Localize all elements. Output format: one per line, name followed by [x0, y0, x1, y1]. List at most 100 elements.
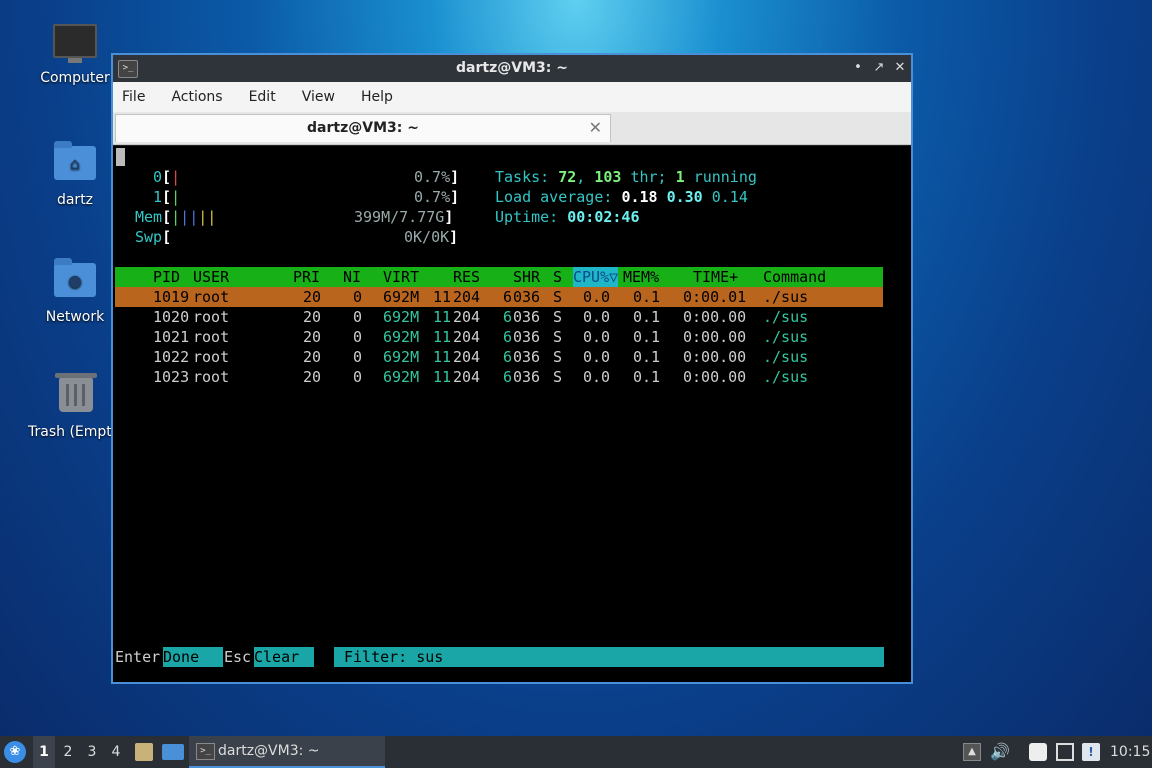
cell-mem: 0.1 [633, 328, 661, 346]
tray-arrow-icon[interactable]: ▲ [963, 743, 981, 761]
cell-shr_a: 6 [503, 288, 513, 306]
workspace-1[interactable]: 1 [33, 736, 55, 768]
cell-pid: 1022 [153, 348, 190, 366]
cell-res_b: 204 [453, 328, 481, 346]
col-state[interactable]: S [553, 267, 562, 287]
footer-esc-key: Esc [224, 648, 252, 666]
col-mem[interactable]: MEM% [623, 267, 659, 287]
col-cpu-sorted[interactable]: CPU%▽ [573, 267, 619, 287]
maximize-button[interactable]: ↗ [870, 59, 888, 77]
menubar: File Actions Edit View Help [113, 82, 911, 112]
cell-time: 0:00.00 [683, 348, 747, 366]
col-user[interactable]: USER [193, 267, 229, 287]
uptime: Uptime: 00:02:46 [495, 208, 640, 226]
cell-shr_b: 036 [513, 368, 541, 386]
cell-pri: 20 [303, 288, 322, 306]
close-button[interactable]: ✕ [891, 59, 909, 77]
col-ni[interactable]: NI [343, 267, 361, 287]
show-desktop-icon[interactable] [162, 744, 184, 760]
cell-cpu: 0.0 [583, 348, 611, 366]
cell-s: S [553, 348, 563, 366]
desktop-icon-home[interactable]: ⌂ dartz [30, 141, 120, 208]
col-command[interactable]: Command [763, 267, 826, 287]
taskbar-task-terminal[interactable]: >_ dartz@VM3: ~ [189, 736, 385, 768]
workspace-2[interactable]: 2 [57, 736, 79, 768]
menu-actions[interactable]: Actions [171, 89, 222, 105]
cell-pid: 1021 [153, 328, 190, 346]
cell-time: 0:00.00 [683, 308, 747, 326]
cell-cpu: 0.0 [583, 308, 611, 326]
cell-shr_a: 6 [503, 348, 513, 366]
col-shr[interactable]: SHR [513, 267, 540, 287]
terminal-cursor [116, 148, 125, 166]
desktop-icon-label: Network [45, 309, 105, 325]
trash-icon [54, 373, 98, 418]
cell-res_a: 11 [433, 328, 452, 346]
desktop-icon-trash[interactable]: Trash (Empt [24, 373, 124, 440]
cell-s: S [553, 368, 563, 386]
cell-pri: 20 [303, 328, 322, 346]
cell-pid: 1019 [153, 288, 190, 306]
cell-res_b: 204 [453, 368, 481, 386]
col-res[interactable]: RES [453, 267, 480, 287]
workspace-3[interactable]: 3 [81, 736, 103, 768]
tab-terminal[interactable]: dartz@VM3: ~ ✕ [115, 114, 611, 142]
network-folder-icon: ● [53, 258, 97, 303]
terminal-window: >_ dartz@VM3: ~ • ↗ ✕ File Actions Edit … [111, 53, 913, 684]
cell-command: ./sus [763, 308, 809, 326]
cell-shr_a: 6 [503, 328, 513, 346]
menu-view[interactable]: View [302, 89, 335, 105]
col-pid[interactable]: PID [153, 267, 180, 287]
cell-user: root [193, 308, 230, 326]
cell-time: 0:00.01 [683, 288, 747, 306]
window-titlebar[interactable]: >_ dartz@VM3: ~ • ↗ ✕ [113, 55, 911, 82]
footer-done-button[interactable]: Done [163, 647, 223, 667]
cpu1-meter: 1[| [153, 188, 181, 206]
network-tray-icon[interactable] [1056, 743, 1074, 761]
taskbar-task-label: dartz@VM3: ~ [218, 743, 320, 759]
desktop-icon-label: Computer [40, 70, 110, 86]
cell-s: S [553, 328, 563, 346]
filter-input[interactable]: Filter: sus [344, 647, 443, 667]
cell-user: root [193, 288, 230, 306]
footer-clear-button[interactable]: Clear [254, 647, 314, 667]
cell-mem: 0.1 [633, 368, 661, 386]
tab-label: dartz@VM3: ~ [307, 120, 419, 136]
cell-res_b: 204 [453, 288, 481, 306]
menu-edit[interactable]: Edit [249, 89, 276, 105]
cell-pri: 20 [303, 348, 322, 366]
cell-ni: 0 [353, 368, 363, 386]
col-virt[interactable]: VIRT [383, 267, 419, 287]
volume-icon[interactable]: 🔊 [990, 743, 1010, 761]
cpu1-value: 0.7%] [414, 188, 460, 206]
cell-ni: 0 [353, 308, 363, 326]
cell-virt: 692M [383, 328, 420, 346]
desktop-icon-network[interactable]: ● Network [30, 258, 120, 325]
cell-s: S [553, 308, 563, 326]
tab-close-icon[interactable]: ✕ [589, 118, 602, 137]
cell-res_b: 204 [453, 348, 481, 366]
menu-help[interactable]: Help [361, 89, 393, 105]
cell-pid: 1020 [153, 308, 190, 326]
cell-shr_a: 6 [503, 368, 513, 386]
cpu0-value: 0.7%] [414, 168, 460, 186]
clipboard-icon[interactable] [1029, 743, 1047, 761]
cell-virt: 692M [383, 348, 420, 366]
col-time[interactable]: TIME+ [693, 267, 738, 287]
cell-pri: 20 [303, 308, 322, 326]
cell-user: root [193, 368, 230, 386]
workspace-4[interactable]: 4 [105, 736, 127, 768]
cell-pid: 1023 [153, 368, 190, 386]
desktop-icon-label: dartz [56, 192, 94, 208]
menu-file[interactable]: File [122, 89, 145, 105]
cell-command: ./sus [763, 348, 809, 366]
col-pri[interactable]: PRI [293, 267, 320, 287]
start-menu-icon[interactable]: ❀ [4, 741, 26, 763]
desktop-icon-computer[interactable]: Computer [30, 24, 120, 86]
minimize-button[interactable]: • [849, 59, 867, 77]
clock[interactable]: 10:15 [1110, 736, 1150, 768]
update-notifier-icon[interactable]: ! [1082, 743, 1100, 761]
file-manager-icon[interactable] [135, 743, 153, 761]
cell-mem: 0.1 [633, 288, 661, 306]
terminal-area[interactable]: 0[| 0.7%] 1[| 0.7%] Mem[||||| 399M/7.77G… [113, 146, 911, 682]
